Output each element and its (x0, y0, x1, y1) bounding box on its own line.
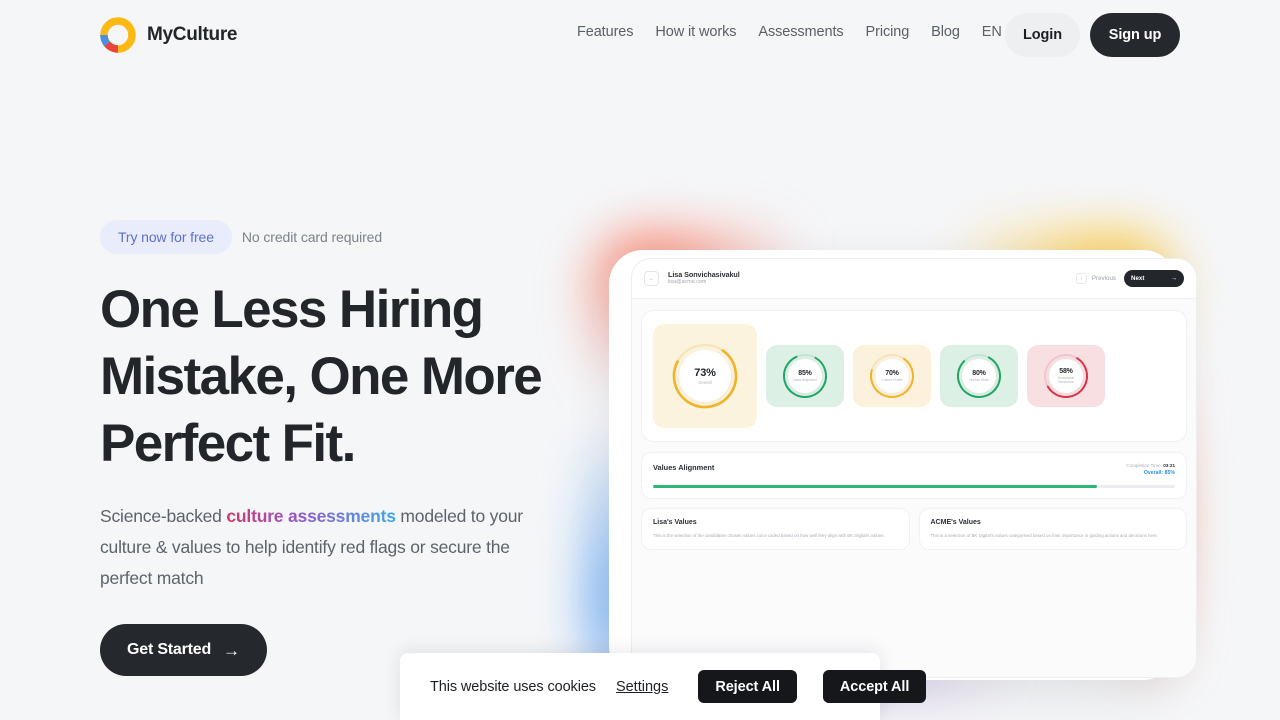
values-alignment-meta: Completion Time: 03:21 Overall: 85% (1126, 463, 1175, 476)
score-hole: 80% Human Skills (962, 359, 996, 393)
cookie-consent-banner: This website uses cookies Settings Rejec… (400, 653, 927, 720)
accept-all-button[interactable]: Accept All (822, 670, 927, 703)
score-label: Overall (698, 379, 712, 385)
values-alignment-title: Values Alignment (653, 463, 715, 472)
page-title: One Less Hiring Mistake, One More Perfec… (100, 280, 543, 473)
score-label: Culture Profile (881, 377, 903, 382)
score-card-culture-profile[interactable]: 70% Culture Profile (853, 345, 931, 407)
score-card-value-alignment[interactable]: 85% Value Alignment (766, 345, 844, 407)
brand-name: MyCulture (147, 24, 238, 45)
score-cards-panel: 73% Overall 85% Value Alignment 70% Cult… (641, 310, 1187, 442)
nav-item-blog[interactable]: Blog (920, 24, 971, 40)
completion-time: Completion Time: 03:21 (1126, 463, 1175, 468)
donut-chart-overall: 73% Overall (667, 338, 743, 414)
score-value: 85% (798, 369, 812, 377)
get-started-label: Get Started (127, 641, 212, 658)
nav-item-how-it-works[interactable]: How it works (644, 24, 747, 40)
nav-item-features[interactable]: Features (566, 24, 644, 40)
values-alignment-section: Values Alignment Completion Time: 03:21 … (641, 452, 1187, 499)
previous-button[interactable]: ‹ Previous (1075, 273, 1116, 284)
login-button[interactable]: Login (1005, 13, 1080, 57)
completion-time-value: 03:21 (1163, 463, 1175, 468)
next-button[interactable]: Next → (1124, 270, 1184, 287)
arrow-right-icon: → (1170, 275, 1177, 282)
score-card-acceptable-behaviors[interactable]: 58% Acceptable Behaviors (1027, 345, 1105, 407)
score-hole: 73% Overall (679, 350, 731, 402)
value-card-candidate[interactable]: Lisa's Values This is the selection of t… (641, 507, 910, 551)
hero-section: Try now for free No credit card required… (100, 220, 570, 676)
value-card-desc: This is the selection of the candidates … (653, 532, 885, 538)
donut-chart-value-alignment: 85% Value Alignment (780, 351, 830, 401)
score-hole: 70% Culture Profile (875, 359, 909, 393)
cookie-message: This website uses cookies (430, 678, 596, 695)
donut-chart-acceptable-behaviors: 58% Acceptable Behaviors (1041, 351, 1091, 401)
score-value: 58% (1059, 367, 1073, 375)
reject-all-button[interactable]: Reject All (698, 670, 797, 703)
landing-page: MyCulture Features How it works Assessme… (0, 0, 1280, 720)
value-card-company[interactable]: ACME's Values This is a selection of BK … (918, 507, 1187, 551)
product-mockup: ← Lisa Sonvichasivakul lisa@acme.com ‹ P… (583, 228, 1197, 698)
nav-item-assessments[interactable]: Assessments (747, 24, 854, 40)
values-alignment-header: Values Alignment Completion Time: 03:21 … (653, 463, 1175, 476)
value-card-desc: This is a selection of BK Digital's valu… (930, 532, 1159, 538)
value-cards-row: Lisa's Values This is the selection of t… (641, 507, 1187, 551)
donut-chart-logo-icon (100, 17, 136, 53)
score-hole: 58% Acceptable Behaviors (1049, 359, 1083, 393)
chevron-left-icon: ‹ (1075, 273, 1087, 284)
score-card-human-skills[interactable]: 80% Human Skills (940, 345, 1018, 407)
arrow-right-icon: → (223, 640, 240, 660)
score-card-overall[interactable]: 73% Overall (653, 324, 757, 428)
app-header: ← Lisa Sonvichasivakul lisa@acme.com ‹ P… (632, 259, 1196, 299)
score-value: 70% (885, 369, 899, 377)
no-credit-card-note: No credit card required (241, 229, 383, 245)
completion-time-label: Completion Time: (1126, 463, 1162, 468)
value-card-title: Lisa's Values (653, 518, 697, 526)
previous-label: Previous (1091, 275, 1116, 282)
app-header-actions: ‹ Previous Next → (1075, 270, 1184, 287)
candidate-info: Lisa Sonvichasivakul lisa@acme.com (668, 270, 740, 288)
candidate-name: Lisa Sonvichasivakul (668, 269, 740, 279)
donut-chart-human-skills: 80% Human Skills (954, 351, 1004, 401)
donut-chart-culture-profile: 70% Culture Profile (867, 351, 917, 401)
arrow-left-icon[interactable]: ← (644, 271, 659, 286)
cookie-settings-link[interactable]: Settings (616, 679, 668, 695)
try-free-badge[interactable]: Try now for free (100, 220, 232, 254)
progress-bar-fill (653, 485, 1097, 488)
score-hole: 85% Value Alignment (788, 359, 822, 393)
nav-item-pricing[interactable]: Pricing (855, 24, 921, 40)
value-card-title: ACME's Values (930, 518, 981, 526)
site-header: MyCulture Features How it works Assessme… (0, 0, 1280, 70)
score-value: 73% (694, 366, 716, 379)
progress-bar-track (653, 485, 1175, 488)
hero-badge-row: Try now for free No credit card required (100, 220, 570, 254)
score-value: 80% (972, 369, 986, 377)
score-label: Human Skills (969, 377, 989, 382)
hero-subheading: Science-backed culture assessments model… (100, 501, 560, 594)
get-started-button[interactable]: Get Started → (100, 624, 267, 676)
brand-logo[interactable]: MyCulture (100, 17, 238, 53)
overall-score: Overall: 85% (1143, 470, 1175, 476)
subhead-before: Science-backed (100, 506, 227, 526)
subhead-highlight: culture assessments (226, 506, 396, 526)
main-nav: Features How it works Assessments Pricin… (566, 24, 1013, 40)
score-label: Acceptable Behaviors (1057, 375, 1075, 384)
app-screenshot: ← Lisa Sonvichasivakul lisa@acme.com ‹ P… (631, 258, 1197, 678)
signup-button[interactable]: Sign up (1090, 13, 1180, 57)
candidate-email: lisa@acme.com (668, 279, 707, 286)
score-label: Value Alignment (792, 377, 818, 382)
next-label: Next (1131, 275, 1145, 282)
